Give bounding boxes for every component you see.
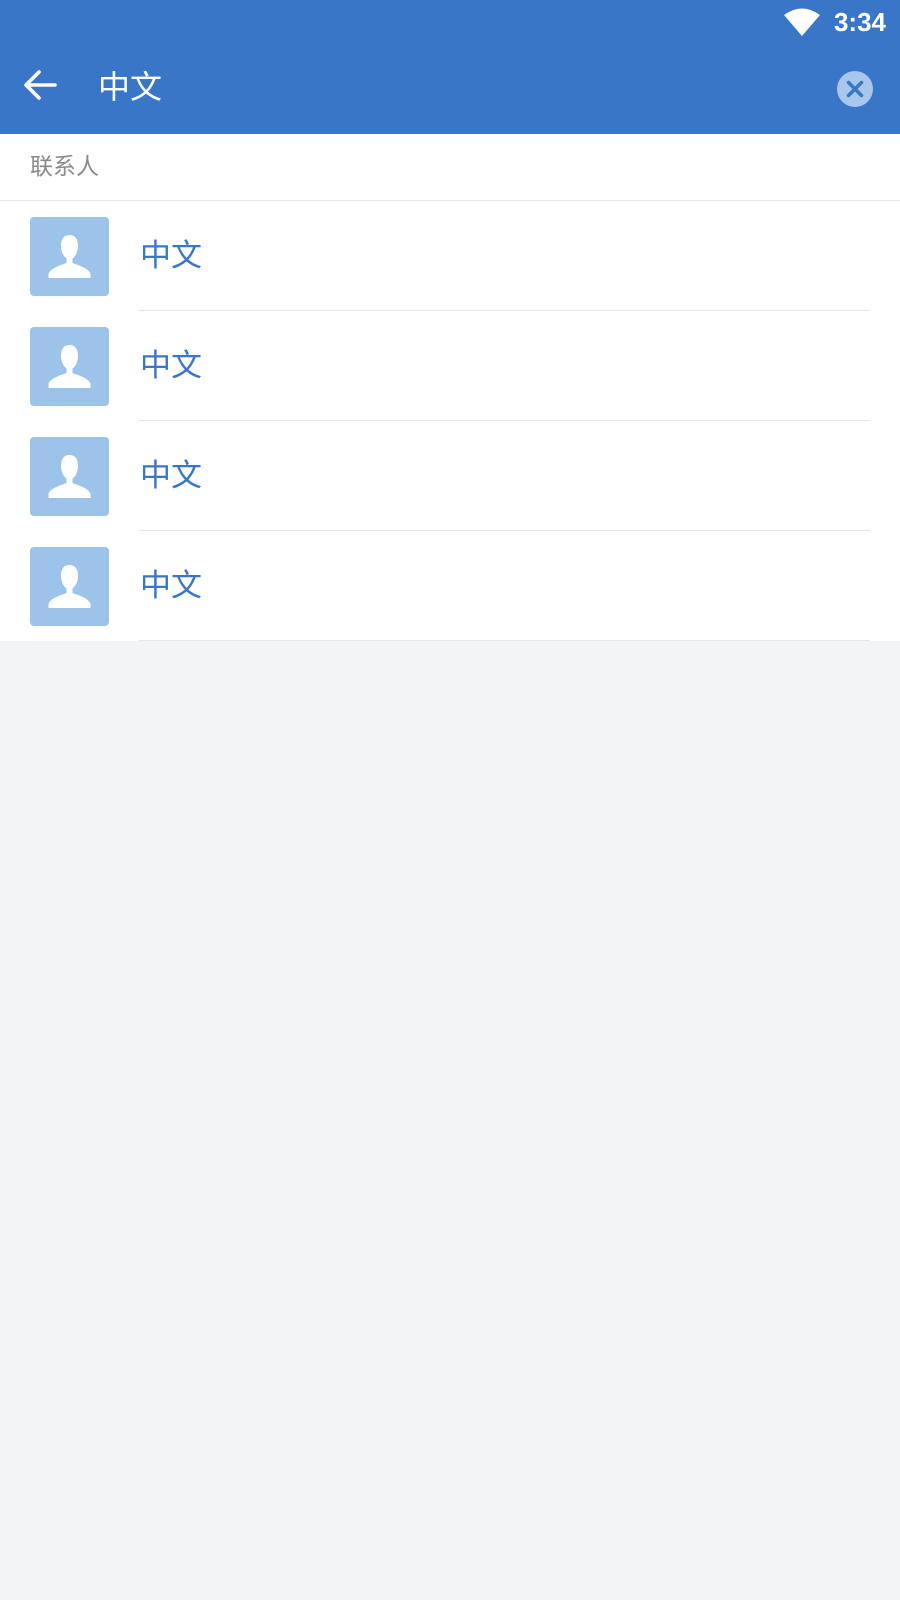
close-circle-icon xyxy=(836,71,874,112)
wifi-icon xyxy=(784,8,820,36)
search-input[interactable] xyxy=(98,62,778,108)
contact-name: 中文 xyxy=(140,568,202,604)
contact-row[interactable]: 中文 xyxy=(0,531,900,641)
avatar xyxy=(30,437,109,516)
contact-name: 中文 xyxy=(140,238,202,274)
search-app-bar xyxy=(0,44,900,134)
contact-row[interactable]: 中文 xyxy=(0,311,900,421)
contact-row[interactable]: 中文 xyxy=(0,201,900,311)
avatar xyxy=(30,217,109,296)
contact-row[interactable]: 中文 xyxy=(0,421,900,531)
status-time: 3:34 xyxy=(833,7,886,37)
back-button[interactable] xyxy=(14,59,66,111)
status-bar: 3:34 xyxy=(0,0,900,44)
contact-name: 中文 xyxy=(140,348,202,384)
row-divider xyxy=(139,640,870,641)
avatar xyxy=(30,547,109,626)
search-results: 联系人 中文 中文 中文 中文 xyxy=(0,134,900,641)
section-header-contacts: 联系人 xyxy=(0,134,900,201)
clear-search-button[interactable] xyxy=(836,70,874,108)
contact-name: 中文 xyxy=(140,458,202,494)
avatar xyxy=(30,327,109,406)
